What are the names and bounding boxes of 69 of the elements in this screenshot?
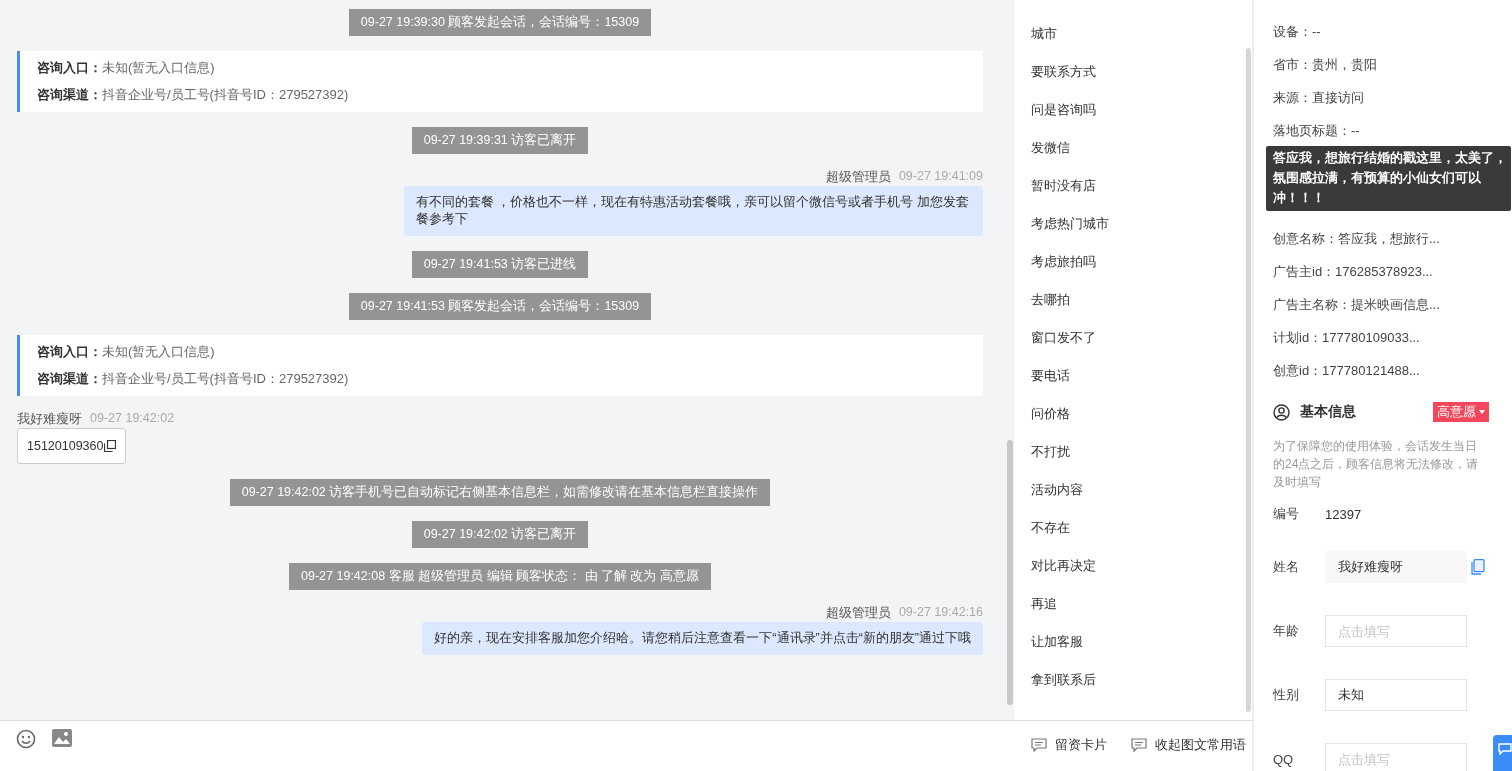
quick-phrase-item[interactable]: 再追 bbox=[1031, 594, 1252, 632]
field-label: QQ bbox=[1273, 751, 1295, 767]
phone-number: 15120109360 bbox=[27, 439, 104, 453]
system-notice: 09-27 19:41:53 访客已进线 bbox=[411, 251, 589, 278]
chat-float-button[interactable] bbox=[1493, 735, 1512, 771]
message-bubble: 有不同的套餐 ，价格也不一样，现在有特惠活动套餐哦，亲可以留个微信号或者手机号 加您发套餐参考下 bbox=[404, 186, 983, 236]
field-label: 年龄 bbox=[1273, 622, 1300, 640]
quick-phrase-item[interactable]: 要联系方式 bbox=[1031, 62, 1252, 100]
quick-phrase-item[interactable]: 活动内容 bbox=[1031, 480, 1252, 518]
visitor-info-item: 计划id：177780109033... bbox=[1273, 329, 1421, 347]
visitor-info-item: 设备：-- bbox=[1273, 23, 1322, 41]
quick-phrase-item[interactable]: 问是咨询吗 bbox=[1031, 100, 1252, 138]
field-value: 12397 bbox=[1325, 506, 1362, 522]
visitor-info-item: 来源：直接访问 bbox=[1273, 89, 1365, 107]
quick-phrase-item[interactable]: 不存在 bbox=[1031, 518, 1252, 556]
visitor-info-item: 创意id：177780121488... bbox=[1273, 362, 1421, 380]
message-bubble: 好的亲，现在安排客服加您介绍哈。请您稍后注意查看一下“通讯录”并点击“新的朋友”通过下哦 bbox=[422, 622, 983, 655]
quick-phrase-item[interactable]: 拿到联系后 bbox=[1031, 670, 1252, 708]
section-title: 基本信息 bbox=[1300, 403, 1357, 421]
quick-phrase-item[interactable]: 对比再决定 bbox=[1031, 556, 1252, 594]
field-label: 性别 bbox=[1273, 686, 1300, 704]
quick-phrase-item[interactable]: 窗口发不了 bbox=[1031, 328, 1252, 366]
entry-info-line: 咨询渠道：抖音企业号/员工号(抖音号ID：279527392) bbox=[37, 370, 350, 388]
system-notice: 09-27 19:42:02 访客手机号已自动标记右侧基本信息栏，如需修改请在基本信息栏直接操作 bbox=[229, 479, 771, 506]
system-notice: 09-27 19:42:08 客服 超级管理员 编辑 顾客状态： 由 了解 改为 高意愿 bbox=[289, 563, 711, 590]
field-label: 编号 bbox=[1273, 505, 1300, 523]
quick-phrase-item[interactable]: 城市 bbox=[1031, 24, 1252, 62]
quick-phrase-item[interactable]: 问价格 bbox=[1031, 404, 1252, 442]
message-card-icon bbox=[1031, 738, 1047, 752]
quick-phrase-item[interactable]: 不打扰 bbox=[1031, 442, 1252, 480]
visitor-info-item: 创意名称：答应我，想旅行... bbox=[1273, 230, 1441, 248]
sender-name: 我好难瘦呀 bbox=[17, 411, 82, 428]
message-time: 09-27 19:41:09 bbox=[898, 169, 983, 185]
field-label: 姓名 bbox=[1273, 558, 1300, 576]
chat-icon bbox=[1498, 743, 1512, 755]
system-notice: 09-27 19:39:30 顾客发起会话，会话编号：15309 bbox=[348, 9, 652, 36]
footer-action-button[interactable]: 留资卡片 bbox=[1031, 736, 1107, 754]
quick-phrase-item[interactable]: 要电话 bbox=[1031, 366, 1252, 404]
quick-phrase-item[interactable]: 考虑旅拍吗 bbox=[1031, 252, 1252, 290]
status-dropdown[interactable]: 高意愿 bbox=[1433, 402, 1489, 422]
user-circle-icon bbox=[1273, 403, 1290, 421]
message-time: 09-27 19:42:16 bbox=[898, 605, 983, 621]
input-field[interactable]: 未知 bbox=[1325, 679, 1467, 711]
entry-info-line: 咨询入口：未知(暂无入口信息) bbox=[37, 59, 216, 77]
message-card-icon bbox=[1131, 738, 1147, 752]
visitor-info-item: 广告主id：176285378923... bbox=[1273, 263, 1434, 281]
emoji-icon[interactable] bbox=[16, 729, 36, 749]
input-field[interactable]: 我好难瘦呀 bbox=[1325, 551, 1467, 583]
quick-phrase-item[interactable]: 暂时没有店 bbox=[1031, 176, 1252, 214]
system-notice: 09-27 19:41:53 顾客发起会话，会话编号：15309 bbox=[348, 293, 652, 320]
quick-phrase-item[interactable]: 让加客服 bbox=[1031, 632, 1252, 670]
quick-phrase-item[interactable]: 考虑热门城市 bbox=[1031, 214, 1252, 252]
tooltip: 答应我，想旅行结婚的戳这里，太美了，氛围感拉满，有预算的小仙女们可以冲！！！ bbox=[1266, 146, 1511, 211]
message-time: 09-27 19:42:02 bbox=[90, 411, 175, 427]
image-icon[interactable] bbox=[52, 729, 72, 747]
footer-action-button[interactable]: 收起图文常用语 bbox=[1131, 736, 1246, 754]
visitor-info-item: 广告主名称：提米映画信息... bbox=[1273, 296, 1441, 314]
sender-name: 超级管理员 bbox=[825, 605, 891, 622]
copy-icon[interactable] bbox=[104, 440, 117, 452]
visitor-info-item: 落地页标题：-- bbox=[1273, 122, 1361, 140]
entry-info-line: 咨询入口：未知(暂无入口信息) bbox=[37, 343, 216, 361]
system-notice: 09-27 19:39:31 访客已离开 bbox=[411, 127, 589, 154]
notice-text: 为了保障您的使用体验，会话发生当日的24点之后，顾客信息将无法修改，请及时填写 bbox=[1273, 438, 1480, 491]
visitor-info-item: 省市：贵州，贵阳 bbox=[1273, 56, 1378, 74]
entry-info-line: 咨询渠道：抖音企业号/员工号(抖音号ID：279527392) bbox=[37, 86, 350, 104]
sender-name: 超级管理员 bbox=[825, 169, 891, 186]
quick-phrase-item[interactable]: 去哪拍 bbox=[1031, 290, 1252, 328]
quick-phrase-item[interactable]: 发微信 bbox=[1031, 138, 1252, 176]
system-notice: 09-27 19:42:02 访客已离开 bbox=[411, 521, 589, 548]
